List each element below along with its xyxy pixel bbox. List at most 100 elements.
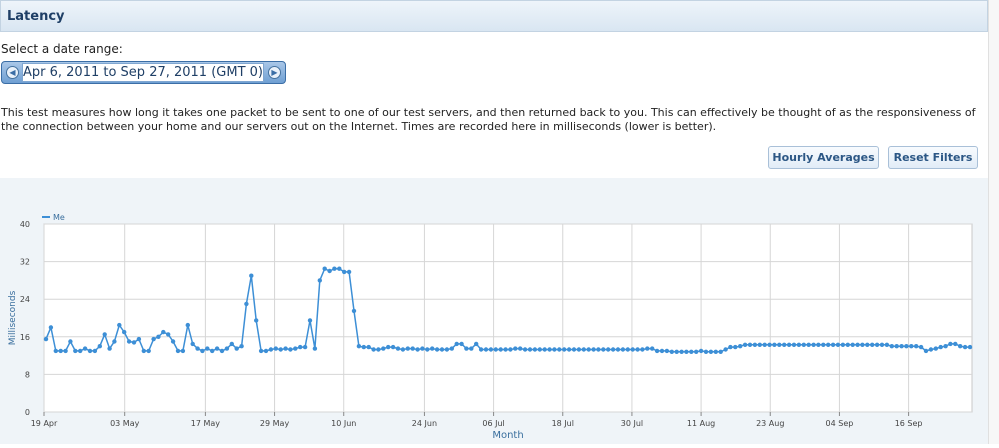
x-tick-label: 19 Apr (31, 419, 58, 428)
data-point (493, 347, 498, 352)
test-description: This test measures how long it takes one… (1, 106, 976, 133)
data-point (268, 347, 274, 352)
data-point (102, 332, 107, 337)
data-point (92, 348, 98, 354)
data-point (532, 347, 538, 352)
date-range-value[interactable]: Apr 6, 2011 to Sep 27, 2011 (GMT 0) (22, 63, 264, 82)
chevron-right-icon[interactable]: ▶ (268, 66, 281, 79)
data-point (591, 347, 596, 352)
data-point (229, 341, 234, 347)
data-point (97, 344, 103, 349)
data-point (185, 322, 190, 328)
data-point (894, 344, 899, 349)
data-point (107, 346, 112, 351)
data-point (415, 347, 420, 352)
data-point (312, 346, 318, 351)
data-point (610, 347, 616, 352)
data-point (879, 342, 885, 347)
data-point (376, 347, 381, 352)
data-point (356, 344, 362, 349)
data-point (718, 349, 723, 354)
panel-title: Latency (7, 9, 65, 24)
data-point (860, 342, 865, 347)
data-point (322, 266, 327, 271)
panel-header: Latency (0, 0, 988, 32)
y-tick-label: 0 (25, 408, 30, 417)
data-point (733, 344, 738, 350)
data-point (395, 346, 401, 351)
data-point (747, 342, 753, 347)
data-point (826, 342, 831, 347)
data-point (562, 347, 567, 352)
data-point (87, 348, 93, 354)
x-tick-label: 24 Jun (412, 419, 437, 428)
x-tick-label: 30 Jul (621, 419, 643, 428)
latency-chart: 0 8 16 24 32 40 19 Apr 03 May 17 May 29 May 10 Jun… (8, 213, 973, 441)
data-point (195, 346, 200, 351)
data-point (786, 342, 792, 347)
data-point (606, 347, 611, 352)
data-point (68, 339, 73, 344)
data-point (244, 301, 249, 307)
scroll-edge (988, 0, 999, 444)
data-point (478, 347, 484, 352)
data-point (728, 344, 733, 350)
data-point (454, 341, 459, 347)
data-point (909, 344, 914, 349)
data-point (537, 347, 542, 352)
data-point (816, 342, 821, 347)
y-tick-label: 32 (20, 258, 30, 267)
data-point (767, 342, 772, 347)
hourly-averages-button[interactable]: Hourly Averages (768, 146, 879, 169)
data-point (738, 344, 743, 349)
data-point (615, 347, 621, 352)
reset-filters-button[interactable]: Reset Filters (888, 146, 978, 169)
data-point (469, 346, 474, 351)
data-point (777, 342, 782, 347)
data-point (796, 342, 802, 347)
data-point (889, 344, 894, 349)
data-point (835, 342, 841, 347)
data-point (175, 348, 181, 354)
data-point (713, 349, 718, 354)
data-point (161, 329, 166, 335)
data-point (156, 334, 161, 339)
data-point (918, 344, 924, 350)
data-point (703, 349, 709, 354)
data-point (214, 346, 220, 351)
data-point (830, 342, 836, 347)
x-tick-label: 23 Aug (756, 419, 784, 428)
data-point (434, 347, 440, 352)
data-point (586, 347, 591, 352)
data-point (698, 348, 704, 354)
data-point (962, 344, 968, 350)
data-point (400, 347, 406, 352)
data-point (938, 344, 943, 350)
data-point (410, 346, 415, 351)
data-point (650, 346, 655, 351)
chevron-left-icon[interactable]: ◀ (6, 66, 19, 79)
data-point (283, 346, 288, 351)
data-point (684, 349, 689, 354)
data-point (63, 348, 68, 354)
data-point (288, 347, 293, 352)
data-point (234, 346, 239, 351)
data-point (840, 342, 846, 347)
data-point (342, 269, 347, 275)
data-point (390, 344, 396, 350)
data-point (527, 347, 533, 352)
data-point (542, 347, 547, 352)
data-point (914, 344, 919, 349)
x-axis-title: Month (492, 430, 523, 441)
date-range-picker[interactable]: ◀ Apr 6, 2011 to Sep 27, 2011 (GMT 0) ▶ (1, 61, 286, 84)
y-tick-label: 24 (20, 295, 30, 304)
data-point (566, 347, 572, 352)
data-point (386, 344, 391, 350)
x-tick-label: 17 May (191, 419, 221, 428)
data-point (43, 336, 49, 342)
data-point (757, 342, 762, 347)
data-point (112, 339, 117, 344)
data-point (180, 348, 186, 354)
data-point (884, 342, 890, 347)
data-point (327, 268, 332, 274)
